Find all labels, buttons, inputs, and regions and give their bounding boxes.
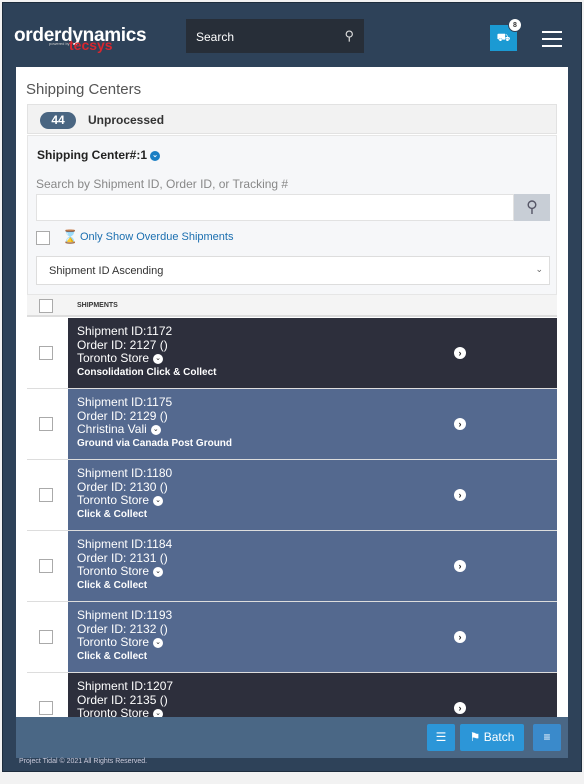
logo-powered-by: powered by xyxy=(49,41,70,46)
shipment-card[interactable]: Shipment ID:1193 Order ID: 2132 () Toron… xyxy=(68,602,557,672)
filters-panel: Shipping Center#:1 ⌄ Search by Shipment I… xyxy=(27,135,557,295)
row-checkbox[interactable] xyxy=(39,417,53,431)
search-button[interactable]: ⚲ xyxy=(514,194,550,221)
search-placeholder: Search xyxy=(196,30,235,44)
chevron-right-icon[interactable]: › xyxy=(454,560,466,572)
overdue-label[interactable]: Only Show Overdue Shipments xyxy=(80,231,233,243)
truck-count-badge: 8 xyxy=(508,18,522,32)
location: Toronto Store xyxy=(77,564,150,578)
row-checkbox-cell xyxy=(27,318,68,388)
batch-label: Batch xyxy=(483,730,515,744)
shipment-id: Shipment ID:1172 xyxy=(77,324,173,338)
chevron-down-icon: ⌄ xyxy=(535,264,543,274)
chevron-down-icon[interactable]: ⌄ xyxy=(153,353,164,364)
table-row[interactable]: Shipment ID:1172 Order ID: 2127 () Toron… xyxy=(27,318,557,389)
shipment-card[interactable]: Shipment ID:1184 Order ID: 2131 () Toron… xyxy=(68,531,557,601)
row-checkbox[interactable] xyxy=(39,701,53,715)
order-id: Order ID: 2131 () xyxy=(77,550,168,565)
shipping-method: Click & Collect xyxy=(77,508,148,520)
chevron-right-icon[interactable]: › xyxy=(454,489,466,501)
shipment-id: Shipment ID:1184 xyxy=(77,537,173,551)
chevron-down-icon[interactable]: ⌄ xyxy=(153,566,164,577)
table-header: SHIPMENTS xyxy=(27,295,557,317)
shipping-method: Consolidation Click & Collect xyxy=(77,366,217,378)
table-row[interactable]: Shipment ID:1207 Order ID: 2135 () Toron… xyxy=(27,673,557,717)
row-checkbox[interactable] xyxy=(39,346,53,360)
action-bar: ☰ ⚑ Batch ≡ xyxy=(16,717,568,758)
tab-unprocessed[interactable]: 44 Unprocessed xyxy=(27,104,557,134)
menu-button[interactable]: ≡ xyxy=(533,724,561,751)
hamburger-menu-icon[interactable] xyxy=(542,31,562,52)
table-row[interactable]: Shipment ID:1184 Order ID: 2131 () Toron… xyxy=(27,531,557,602)
order-id: Order ID: 2135 () xyxy=(77,692,168,707)
shipment-id: Shipment ID:1175 xyxy=(77,395,173,409)
row-checkbox[interactable] xyxy=(39,630,53,644)
chevron-right-icon[interactable]: › xyxy=(454,702,466,714)
search-label: Search by Shipment ID, Order ID, or Trac… xyxy=(36,177,289,191)
chevron-right-icon[interactable]: › xyxy=(454,631,466,643)
shipment-card[interactable]: Shipment ID:1180 Order ID: 2130 () Toron… xyxy=(68,460,557,530)
chevron-down-icon[interactable]: ⌄ xyxy=(153,637,164,648)
row-checkbox-cell xyxy=(27,531,68,601)
select-all-checkbox[interactable] xyxy=(39,299,53,313)
shipment-card[interactable]: Shipment ID:1172 Order ID: 2127 () Toron… xyxy=(68,318,557,388)
menu-icon: ≡ xyxy=(543,730,551,744)
order-id: Order ID: 2132 () xyxy=(77,621,168,636)
shipment-search-input[interactable] xyxy=(36,194,514,221)
shipping-method: Ground via Canada Post Ground xyxy=(77,437,233,449)
row-checkbox[interactable] xyxy=(39,488,53,502)
shipment-id: Shipment ID:1207 xyxy=(77,679,174,693)
row-checkbox-cell xyxy=(27,602,68,672)
column-header-shipments: SHIPMENTS xyxy=(77,302,118,309)
chevron-down-icon[interactable]: ⌄ xyxy=(150,150,161,161)
search-icon[interactable]: ⚲ xyxy=(344,28,354,44)
table-row[interactable]: Shipment ID:1193 Order ID: 2132 () Toron… xyxy=(27,602,557,673)
logo-brand: tecsys xyxy=(69,37,113,53)
chevron-down-icon[interactable]: ⌄ xyxy=(150,424,161,435)
table-row[interactable]: Shipment ID:1175 Order ID: 2129 () Chris… xyxy=(27,389,557,460)
chevron-right-icon[interactable]: › xyxy=(454,418,466,430)
row-checkbox-cell xyxy=(27,389,68,459)
row-checkbox-cell xyxy=(27,460,68,530)
order-id: Order ID: 2130 () xyxy=(77,479,168,494)
order-id: Order ID: 2127 () xyxy=(77,337,168,352)
chevron-right-icon[interactable]: › xyxy=(454,347,466,359)
search-icon: ⚲ xyxy=(526,199,538,216)
shipping-center-label: Shipping Center#:1 xyxy=(37,148,148,162)
truck-icon: ⛟ xyxy=(496,32,511,44)
shipping-method: Click & Collect xyxy=(77,579,148,591)
batch-button[interactable]: ⚑ Batch xyxy=(460,724,524,751)
row-checkbox-cell xyxy=(27,673,68,717)
table-row[interactable]: Shipment ID:1180 Order ID: 2130 () Toron… xyxy=(27,460,557,531)
shipping-center-selector[interactable]: Shipping Center#:1 ⌄ xyxy=(37,148,161,162)
order-id: Order ID: 2129 () xyxy=(77,408,168,423)
sort-value: Shipment ID Ascending xyxy=(49,265,164,277)
count-badge: 44 xyxy=(40,112,76,129)
chevron-down-icon[interactable]: ⌄ xyxy=(153,708,164,717)
row-checkbox[interactable] xyxy=(39,559,53,573)
hourglass-icon: ⌛ xyxy=(62,229,79,244)
tab-label: Unprocessed xyxy=(88,113,165,127)
tag-icon: ⚑ xyxy=(469,730,481,744)
layers-icon: ☰ xyxy=(435,730,447,744)
sort-select[interactable]: Shipment ID Ascending ⌄ xyxy=(36,256,550,285)
location: Toronto Store xyxy=(77,635,150,649)
page-title: Shipping Centers xyxy=(26,81,142,98)
overdue-checkbox[interactable] xyxy=(36,231,50,245)
location: Toronto Store xyxy=(77,706,150,717)
shipping-method: Click & Collect xyxy=(77,650,148,662)
chevron-down-icon[interactable]: ⌄ xyxy=(153,495,164,506)
shipment-card[interactable]: Shipment ID:1207 Order ID: 2135 () Toron… xyxy=(68,673,557,717)
main-panel: Shipping Centers 44 Unprocessed Shipping… xyxy=(16,67,568,717)
location: Toronto Store xyxy=(77,493,150,507)
location: Christina Vali xyxy=(77,422,147,436)
app-frame: orderdynamics powered by tecsys Search ⚲ … xyxy=(2,2,582,772)
layers-button[interactable]: ☰ xyxy=(427,724,455,751)
shipment-card[interactable]: Shipment ID:1175 Order ID: 2129 () Chris… xyxy=(68,389,557,459)
shipment-id: Shipment ID:1180 xyxy=(77,466,173,480)
global-search-input[interactable]: Search ⚲ xyxy=(186,19,364,53)
footer-copyright: Project Tidal © 2021 All Rights Reserved… xyxy=(19,758,148,765)
shipment-id: Shipment ID:1193 xyxy=(77,608,173,622)
location: Toronto Store xyxy=(77,351,150,365)
